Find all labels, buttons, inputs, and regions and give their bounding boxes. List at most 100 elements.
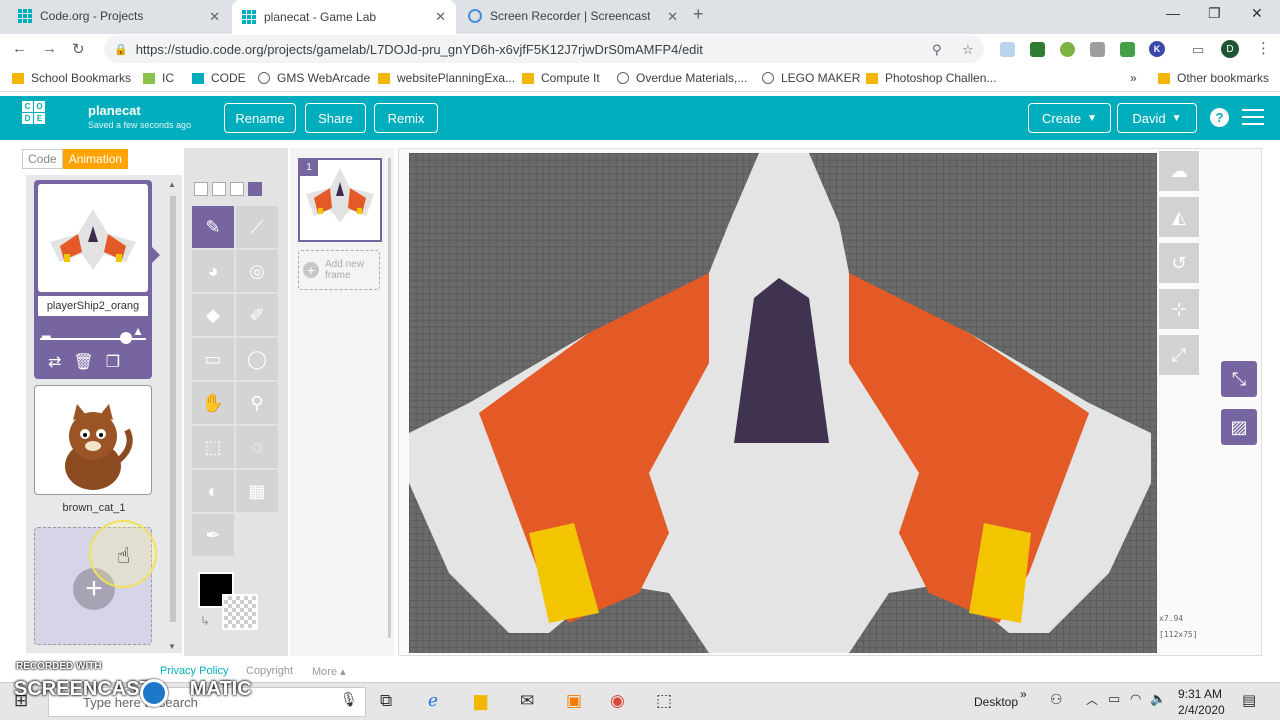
bookmark-school[interactable]: School Bookmarks [12, 71, 131, 85]
extension-icon[interactable] [1030, 42, 1045, 57]
hamburger-menu-icon[interactable] [1242, 109, 1264, 130]
eraser-tool[interactable]: ◆ [192, 294, 234, 336]
expand-canvas-button[interactable]: ⤡ [1221, 361, 1257, 397]
bookmark-gms[interactable]: GMS WebArcade [258, 71, 370, 85]
chrome-icon[interactable]: ◉ [610, 691, 625, 711]
scroll-down-icon[interactable]: ▼ [168, 642, 176, 651]
reload-icon[interactable]: ↻ [72, 40, 85, 58]
extension-icon[interactable] [1090, 42, 1105, 57]
close-icon[interactable]: ✕ [209, 9, 220, 25]
notification-icon[interactable]: ▤ [1242, 691, 1256, 709]
back-icon[interactable]: ← [12, 40, 27, 57]
onion-skin-tool[interactable]: ☁ [1159, 151, 1199, 191]
close-icon[interactable]: ✕ [435, 9, 446, 25]
more-link[interactable]: More ▴ [312, 665, 346, 678]
frames-scrollbar[interactable] [388, 158, 391, 638]
rect-select-tool[interactable]: ⬚ [192, 426, 234, 468]
lasso-select-tool[interactable]: ◌ [236, 426, 278, 468]
file-explorer-icon[interactable]: ▆ [474, 691, 487, 711]
resize-tool[interactable]: ⤢ [1159, 335, 1199, 375]
star-icon[interactable]: ☆ [962, 42, 974, 58]
pan-tool[interactable]: ✋ [192, 382, 234, 424]
toolbar-overflow-icon[interactable]: » [1020, 687, 1027, 701]
cast-icon[interactable]: ▭ [1192, 42, 1204, 58]
pen-tool[interactable]: ✐ [236, 294, 278, 336]
animation-card[interactable]: brown_cat_1 [34, 385, 152, 514]
fill-tool[interactable]: ◕ [192, 250, 234, 292]
trash-icon[interactable]: 🗑 [73, 352, 93, 372]
profile-avatar[interactable]: D [1221, 40, 1239, 58]
tab-planecat[interactable]: planecat - Game Lab ✕ [232, 0, 456, 34]
swap-colors-icon[interactable]: ↳ [200, 614, 210, 628]
scroll-thumb[interactable] [170, 196, 176, 622]
flip-horizontal-tool[interactable]: ◭ [1159, 197, 1199, 237]
animation-card-selected[interactable]: playerShip2_orang ▂ ▲ ⇄ 🗑 ❐ [34, 180, 152, 379]
user-dropdown[interactable]: David ▼ [1117, 103, 1197, 133]
zoom-search-icon[interactable]: ⚲ [932, 42, 942, 58]
drawing-canvas[interactable] [409, 153, 1157, 653]
forward-icon[interactable]: → [42, 40, 57, 57]
bookmark-photoshop[interactable]: Photoshop Challen... [866, 71, 996, 85]
slider-handle[interactable] [120, 332, 132, 344]
edge-icon[interactable]: ℯ [428, 691, 438, 711]
volume-icon[interactable]: 🔈 [1150, 691, 1166, 707]
tray-chevron-icon[interactable]: ︿ [1086, 691, 1098, 708]
tab-animation[interactable]: Animation [62, 149, 129, 169]
brush-size-option[interactable] [194, 182, 208, 196]
codeorg-logo[interactable]: C O D E [22, 101, 56, 135]
bookmark-overdue[interactable]: Overdue Materials,... [617, 71, 747, 85]
rotate-tool[interactable]: ↺ [1159, 243, 1199, 283]
rectangle-tool[interactable]: ▭ [192, 338, 234, 380]
duplicate-icon[interactable]: ❐ [106, 352, 120, 372]
help-icon[interactable]: ? [1210, 108, 1229, 127]
color-picker-tool[interactable]: ✒ [192, 514, 234, 556]
pencil-tool[interactable]: ✎ [192, 206, 234, 248]
rename-button[interactable]: Rename [224, 103, 296, 133]
image-import-button[interactable]: ▨ [1221, 409, 1257, 445]
tab-code[interactable]: Code [22, 149, 63, 169]
privacy-policy-link[interactable]: Privacy Policy [160, 665, 228, 677]
tab-screen-recorder[interactable]: Screen Recorder | Screencast-O-M ✕ [458, 0, 688, 32]
mail-icon[interactable]: ✉ [520, 691, 534, 711]
maximize-icon[interactable]: ❐ [1208, 5, 1221, 22]
flip-tool[interactable]: ◐ [192, 470, 234, 512]
window-close-icon[interactable]: ✕ [1251, 5, 1263, 22]
desktop-toolbar-label[interactable]: Desktop [974, 695, 1018, 709]
ellipse-tool[interactable]: ◯ [236, 338, 278, 380]
loop-icon[interactable]: ⇄ [48, 352, 61, 372]
bookmark-ic[interactable]: IC [143, 71, 174, 85]
eyedropper-tool[interactable]: ⚲ [236, 382, 278, 424]
brush-size-option[interactable] [212, 182, 226, 196]
bookmark-code[interactable]: CODE [192, 71, 246, 85]
menu-dots-icon[interactable]: ⋮ [1256, 39, 1271, 57]
taskbar-date[interactable]: 2/4/2020 [1178, 703, 1225, 717]
secondary-color-swatch[interactable] [222, 594, 258, 630]
brush-size-option[interactable] [248, 182, 262, 196]
frame-thumbnail[interactable]: 1 [298, 158, 382, 242]
create-dropdown[interactable]: Create ▼ [1028, 103, 1111, 133]
minimize-icon[interactable]: — [1166, 5, 1180, 21]
bookmark-compute-it[interactable]: Compute It [522, 71, 600, 85]
task-view-icon[interactable]: ⧉ [380, 691, 392, 711]
extension-icon[interactable] [1000, 42, 1015, 57]
battery-icon[interactable]: ▭ [1108, 691, 1120, 707]
extension-icon[interactable] [1120, 42, 1135, 57]
microphone-icon[interactable]: 🎙 [340, 691, 358, 708]
store-icon[interactable]: ▣ [566, 691, 582, 711]
bookmark-other[interactable]: Other bookmarks [1158, 71, 1269, 85]
brush-size-option[interactable] [230, 182, 244, 196]
address-bar[interactable]: 🔒 https://studio.code.org/projects/gamel… [104, 35, 984, 63]
taskbar-time[interactable]: 9:31 AM [1178, 687, 1222, 701]
animation-name-field[interactable]: playerShip2_orang [38, 296, 148, 316]
extension-icon[interactable] [1060, 42, 1075, 57]
scroll-up-icon[interactable]: ▲ [168, 180, 176, 189]
close-icon[interactable]: ✕ [667, 9, 678, 25]
bookmark-website-planning[interactable]: websitePlanningExa... [378, 71, 515, 85]
wifi-icon[interactable]: ◠ [1130, 691, 1141, 707]
line-tool[interactable]: ⟋ [236, 206, 278, 248]
snip-icon[interactable]: ⬚ [656, 691, 672, 711]
k-extension-icon[interactable]: K [1149, 41, 1165, 57]
transparency-tool[interactable]: ▦ [236, 470, 278, 512]
animation-list-scrollbar[interactable]: ▲ ▼ [168, 180, 178, 652]
lasso-tool[interactable]: ◎ [236, 250, 278, 292]
